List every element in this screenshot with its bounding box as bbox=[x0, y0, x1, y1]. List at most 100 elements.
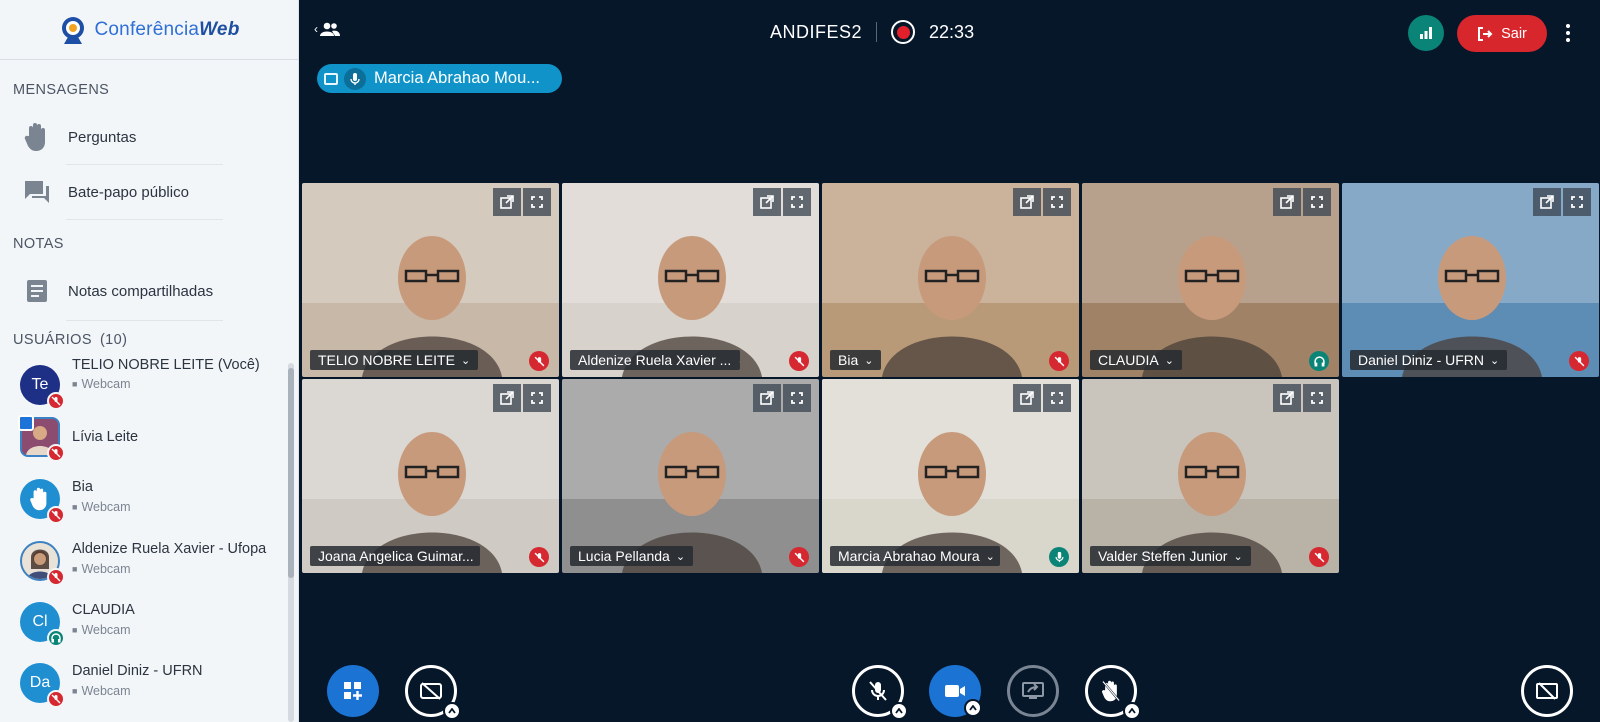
video-tile[interactable]: Daniel Diniz - UFRN ⌄ bbox=[1342, 183, 1599, 377]
fullscreen-button[interactable] bbox=[1043, 188, 1071, 216]
muted-mic-icon bbox=[47, 444, 65, 462]
hide-presentation-button[interactable] bbox=[1521, 665, 1573, 717]
popout-button[interactable] bbox=[1533, 188, 1561, 216]
fullscreen-button[interactable] bbox=[1563, 188, 1591, 216]
video-user-name: Joana Angelica Guimar... bbox=[318, 548, 474, 564]
video-user-menu[interactable]: TELIO NOBRE LEITE ⌄ bbox=[310, 350, 479, 370]
sidebar-scrollbar-thumb[interactable] bbox=[288, 368, 294, 578]
popout-button[interactable] bbox=[753, 384, 781, 412]
sidebar-item-questions[interactable]: Perguntas bbox=[0, 113, 290, 161]
user-name: Bia bbox=[72, 479, 93, 495]
muted-mic-icon bbox=[529, 547, 549, 567]
fullscreen-button[interactable] bbox=[523, 384, 551, 412]
chevron-up-icon[interactable] bbox=[443, 702, 461, 720]
raise-hand-button[interactable] bbox=[1085, 665, 1141, 720]
video-user-menu[interactable]: CLAUDIA ⌄ bbox=[1090, 350, 1182, 370]
chevron-down-icon: ⌄ bbox=[1490, 354, 1500, 367]
mic-off-icon bbox=[869, 681, 887, 701]
fullscreen-icon bbox=[1051, 392, 1063, 404]
share-screen-button[interactable] bbox=[1007, 665, 1059, 717]
more-options-button[interactable] bbox=[1558, 21, 1578, 45]
popout-button[interactable] bbox=[1273, 188, 1301, 216]
video-tile[interactable]: Valder Steffen Junior ⌄ bbox=[1082, 379, 1339, 573]
signal-bars-icon bbox=[1420, 27, 1432, 39]
raised-hand-icon bbox=[1102, 680, 1120, 702]
sidebar: ConferênciaWeb MENSAGENS Perguntas Bate-… bbox=[0, 0, 299, 722]
popout-button[interactable] bbox=[1013, 188, 1041, 216]
video-tile[interactable]: Marcia Abrahao Moura ⌄ bbox=[822, 379, 1079, 573]
user-list-item[interactable]: Te TELIO NOBRE LEITE (Você) ■ Webcam bbox=[0, 353, 290, 413]
users-section-title: USUÁRIOS (10) bbox=[0, 332, 127, 348]
meeting-header: ANDIFES2 22:33 bbox=[770, 20, 974, 44]
muted-mic-icon bbox=[1309, 547, 1329, 567]
webcam-icon: ■ bbox=[72, 625, 78, 635]
user-name: TELIO NOBRE LEITE (Você) bbox=[72, 357, 260, 373]
talking-indicator[interactable]: Marcia Abrahao Mou... bbox=[317, 64, 562, 93]
chevron-left-icon: ‹ bbox=[314, 22, 318, 36]
sidebar-item-public-chat[interactable]: Bate-papo público bbox=[0, 168, 290, 216]
camera-share-off-button[interactable] bbox=[405, 665, 461, 720]
muted-mic-icon bbox=[529, 351, 549, 371]
fullscreen-button[interactable] bbox=[783, 188, 811, 216]
user-webcam-status: ■ Webcam bbox=[72, 377, 131, 391]
sidebar-item-shared-notes[interactable]: Notas compartilhadas bbox=[0, 267, 290, 315]
screen-icon bbox=[324, 72, 338, 85]
fullscreen-button[interactable] bbox=[783, 384, 811, 412]
unmute-button[interactable] bbox=[852, 665, 908, 720]
recording-button[interactable] bbox=[891, 20, 916, 44]
user-list-item[interactable]: Lívia Leite bbox=[0, 405, 290, 465]
connection-status-button[interactable] bbox=[1408, 15, 1444, 51]
fullscreen-icon bbox=[1311, 196, 1323, 208]
exit-icon bbox=[1478, 26, 1493, 41]
leave-button[interactable]: Sair bbox=[1457, 15, 1547, 52]
video-user-menu[interactable]: Valder Steffen Junior ⌄ bbox=[1090, 546, 1251, 566]
user-list-item[interactable]: Cl CLAUDIA ■ Webcam bbox=[0, 590, 290, 650]
video-tile[interactable]: Lucia Pellanda ⌄ bbox=[562, 379, 819, 573]
notes-section-title: NOTAS bbox=[13, 236, 64, 252]
webcam-icon: ■ bbox=[72, 502, 78, 512]
video-user-menu[interactable]: Bia ⌄ bbox=[830, 350, 882, 370]
video-tile[interactable]: TELIO NOBRE LEITE ⌄ bbox=[302, 183, 559, 377]
popout-button[interactable] bbox=[1013, 384, 1041, 412]
fullscreen-button[interactable] bbox=[1043, 384, 1071, 412]
fullscreen-icon bbox=[791, 392, 803, 404]
user-webcam-status: ■ Webcam bbox=[72, 623, 131, 637]
video-user-menu[interactable]: Marcia Abrahao Moura ⌄ bbox=[830, 546, 1000, 566]
video-user-name: Marcia Abrahao Moura bbox=[838, 548, 980, 564]
video-tile[interactable]: Bia ⌄ bbox=[822, 183, 1079, 377]
logo-text: ConferênciaWeb bbox=[94, 18, 240, 40]
fullscreen-icon bbox=[791, 196, 803, 208]
user-name: Aldenize Ruela Xavier - Ufopa bbox=[72, 541, 267, 557]
chevron-up-icon[interactable] bbox=[964, 699, 982, 717]
fullscreen-button[interactable] bbox=[523, 188, 551, 216]
chevron-down-icon: ⌄ bbox=[737, 354, 740, 367]
user-list-item[interactable]: Da Daniel Diniz - UFRN ■ Webcam bbox=[0, 651, 290, 711]
layout-button[interactable] bbox=[327, 665, 379, 717]
fullscreen-button[interactable] bbox=[1303, 384, 1331, 412]
chevron-up-icon[interactable] bbox=[890, 702, 908, 720]
video-user-menu[interactable]: Aldenize Ruela Xavier ... ⌄ bbox=[570, 350, 740, 370]
popout-button[interactable] bbox=[493, 188, 521, 216]
popout-button[interactable] bbox=[1273, 384, 1301, 412]
talker-name: Marcia Abrahao Mou... bbox=[374, 69, 540, 87]
external-link-icon bbox=[1540, 195, 1554, 209]
video-tile[interactable]: Aldenize Ruela Xavier ... ⌄ bbox=[562, 183, 819, 377]
video-user-menu[interactable]: Joana Angelica Guimar...⌄ bbox=[310, 546, 480, 566]
popout-button[interactable] bbox=[753, 188, 781, 216]
webcam-button[interactable] bbox=[929, 665, 982, 717]
muted-mic-icon bbox=[47, 690, 65, 708]
user-list-item[interactable]: Aldenize Ruela Xavier - Ufopa ■ Webcam bbox=[0, 529, 290, 589]
video-user-menu[interactable]: Daniel Diniz - UFRN ⌄ bbox=[1350, 350, 1508, 370]
divider bbox=[876, 22, 878, 42]
popout-button[interactable] bbox=[493, 384, 521, 412]
fullscreen-button[interactable] bbox=[1303, 188, 1331, 216]
toggle-user-list-button[interactable]: ‹ bbox=[314, 22, 340, 36]
user-list-item[interactable]: Bia ■ Webcam bbox=[0, 467, 290, 527]
video-user-menu[interactable]: Lucia Pellanda ⌄ bbox=[570, 546, 694, 566]
users-count: (10) bbox=[99, 332, 128, 348]
divider bbox=[66, 219, 223, 220]
fullscreen-icon bbox=[1311, 392, 1323, 404]
video-tile[interactable]: CLAUDIA ⌄ bbox=[1082, 183, 1339, 377]
video-tile[interactable]: Joana Angelica Guimar...⌄ bbox=[302, 379, 559, 573]
chevron-up-icon[interactable] bbox=[1123, 702, 1141, 720]
